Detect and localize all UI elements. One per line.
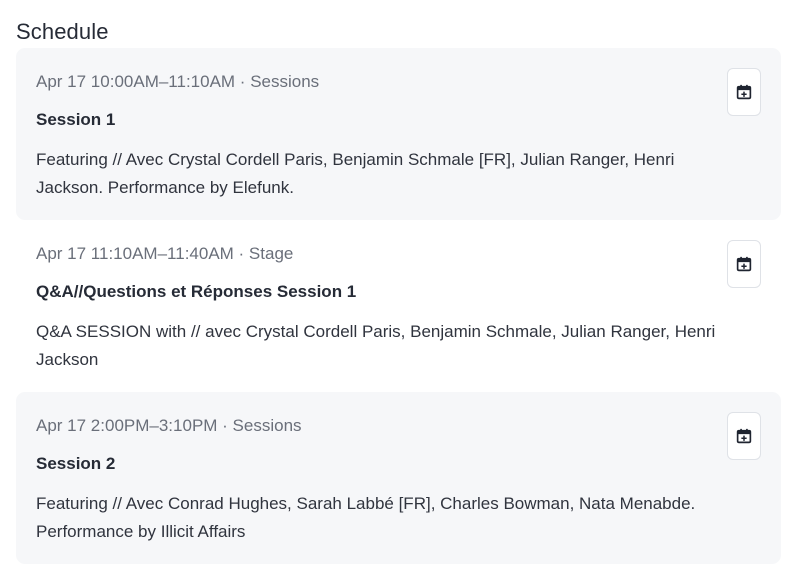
session-title[interactable]: Session 2 — [36, 452, 761, 476]
session-meta: Apr 17 2:00PM–3:10PM · Sessions — [36, 416, 302, 435]
session-description: Q&A SESSION with // avec Crystal Cordell… — [36, 322, 716, 369]
calendar-add-icon — [735, 83, 753, 101]
session-card-2: Apr 17 11:10AM–11:40AM · Stage Q&A//Ques… — [16, 220, 781, 392]
calendar-add-icon — [735, 427, 753, 445]
page-title: Schedule — [16, 19, 109, 44]
calendar-add-icon — [735, 255, 753, 273]
add-to-calendar-button[interactable] — [727, 240, 761, 288]
add-to-calendar-button[interactable] — [727, 68, 761, 116]
session-description: Featuring // Avec Crystal Cordell Paris,… — [36, 150, 675, 197]
session-description: Featuring // Avec Conrad Hughes, Sarah L… — [36, 494, 696, 541]
session-title[interactable]: Session 1 — [36, 108, 761, 132]
schedule-page: Schedule Apr 17 10:00AM–11:10AM · Sessio… — [0, 0, 798, 584]
session-meta: Apr 17 11:10AM–11:40AM · Stage — [36, 244, 294, 263]
session-meta: Apr 17 10:00AM–11:10AM · Sessions — [36, 72, 320, 91]
session-list: Apr 17 10:00AM–11:10AM · Sessions Sessio… — [16, 48, 781, 564]
session-card-3: Apr 17 2:00PM–3:10PM · Sessions Session … — [16, 392, 781, 564]
session-title[interactable]: Q&A//Questions et Réponses Session 1 — [36, 280, 761, 304]
add-to-calendar-button[interactable] — [727, 412, 761, 460]
session-card-1: Apr 17 10:00AM–11:10AM · Sessions Sessio… — [16, 48, 781, 220]
